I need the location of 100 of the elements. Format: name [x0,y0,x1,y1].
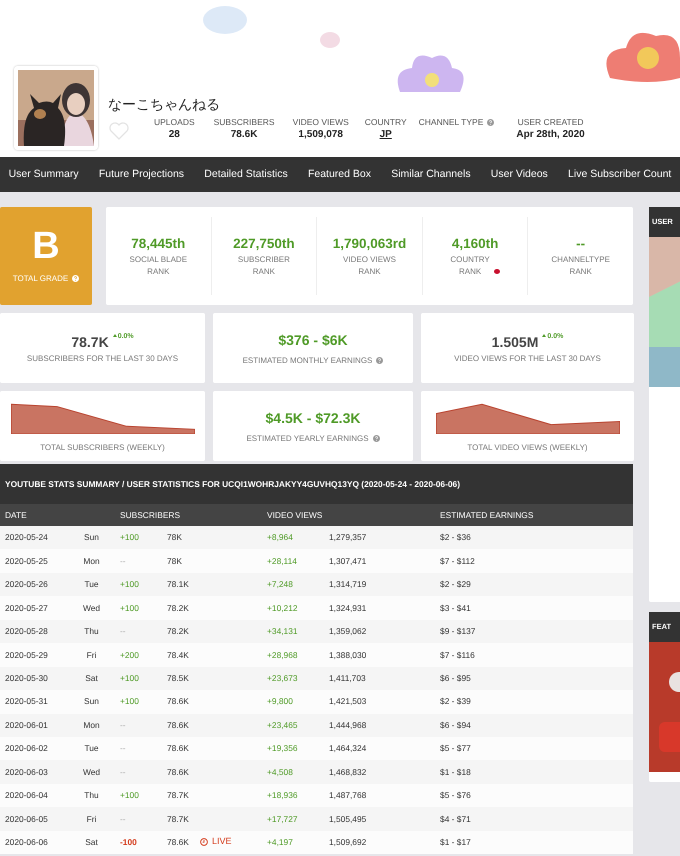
up-arrow-icon [542,334,546,338]
day-cell: Thu [68,784,115,808]
rank-label: VIDEO VIEWS RANK [343,254,396,278]
chart-label: TOTAL SUBSCRIBERS (WEEKLY) [40,442,165,454]
stat-value: Apr 28th, 2020 [516,128,585,142]
channel-name: なーこちゃんねる [108,95,221,114]
stat-label: USER CREATED [518,117,584,127]
clock-icon [200,838,208,846]
view-cell: 1,444,968 [324,714,436,737]
earnings-cell: $2 - $29 [435,572,634,596]
stat-value: 78.7K [71,334,109,350]
subscriber-cell: 78.7K [162,807,195,831]
grade-letter: B [32,227,60,265]
live-label: LIVE [200,835,232,849]
rank-value: 4,160th [452,234,498,253]
day-cell: Thu [68,620,115,644]
date-cell: 2020-05-30 [0,666,68,690]
earnings-cell: $2 - $36 [435,526,634,550]
day-cell: Tue [68,572,115,596]
subscriber-cell: 78.6K [162,736,195,760]
date-cell: 2020-06-02 [0,736,68,760]
view-cell: 1,464,324 [324,736,436,760]
chart-label: TOTAL VIDEO VIEWS (WEEKLY) [467,442,588,454]
nav-link[interactable]: User Videos [484,166,554,182]
day-cell: Tue [68,736,115,760]
table-title: YOUTUBE STATS SUMMARY / USER STATISTICS FOR UCQI1WOHRJAKYY4GUVHQ13YQ (2020-05-24 - 2020-06-06) [5,478,460,490]
rank-value: -- [576,234,586,253]
subscriber-change-cell: +100 [115,572,162,596]
subscriber-cell: 78.2K [162,620,195,644]
subscriber-change-cell: -- [115,736,162,760]
view-cell: 1,487,768 [324,784,436,808]
view-change-cell: +19,356 [262,736,324,760]
nav-link[interactable]: Featured Box [301,166,378,182]
rank-label: CHANNELTYPE RANK [551,254,610,278]
subscriber-change-cell: -- [115,714,162,737]
stat-label: VIDEO VIEWS FOR THE LAST 30 DAYS [454,352,601,364]
nav-link[interactable]: Future Projections [92,166,191,182]
stat-label: VIDEO VIEWS [292,117,349,127]
country-link[interactable]: JP [380,129,392,140]
rank-value: 78,445th [131,234,186,253]
stat-value: 28 [168,128,181,142]
day-cell: Mon [68,714,115,737]
rank-label: SUBSCRIBER RANK [238,254,290,278]
view-change-cell: +7,248 [262,572,324,596]
stat-label: SUBSCRIBERS FOR THE LAST 30 DAYS [26,352,178,364]
nav-link[interactable]: Similar Channels [384,166,478,182]
date-cell: 2020-06-03 [0,760,68,784]
column-header: SUBSCRIBERS [115,504,262,526]
stat-label: CHANNEL TYPE [418,117,484,127]
view-change-cell: +23,673 [262,666,324,690]
view-cell: 1,279,357 [324,526,436,550]
subscriber-change-cell: +100 [115,666,162,690]
subscriber-change-cell: -- [115,620,162,644]
subscriber-cell: 78.6K [162,760,195,784]
day-cell: Sun [68,526,115,550]
view-change-cell: +34,131 [262,620,324,644]
date-cell: 2020-05-28 [0,620,68,644]
stat-label: UPLOADS [154,117,195,127]
help-icon [487,117,494,124]
heart-icon[interactable] [108,121,130,141]
stat-label: COUNTRY [364,117,407,127]
date-cell: 2020-06-01 [0,714,68,737]
view-change-cell: +23,465 [262,714,324,737]
view-cell: 1,359,062 [324,620,436,644]
subscriber-change-cell: +100 [115,784,162,808]
date-cell: 2020-06-04 [0,784,68,808]
earnings-cell: $6 - $95 [435,666,634,690]
earnings-cell: $4 - $71 [435,807,634,831]
subscriber-cell: 78.1K [162,572,195,596]
earnings-label: ESTIMATED MONTHLY EARNINGS [242,356,372,364]
subscriber-change-cell: -- [115,760,162,784]
nav-link[interactable]: User Summary [2,166,86,182]
view-cell: 1,505,495 [324,807,436,831]
view-change-cell: +17,727 [262,807,324,831]
subscriber-cell: 78K [162,526,195,550]
subscriber-cell: 78.6K [162,714,195,737]
earnings-value: $4.5K - $72.3K [266,408,360,428]
stat-label: SUBSCRIBERS [214,117,275,127]
day-cell: Wed [68,760,115,784]
subscriber-change-cell: +100 [115,526,162,550]
up-arrow-icon [112,334,117,338]
earnings-cell: $9 - $137 [435,620,634,644]
view-cell: 1,314,719 [324,572,436,596]
earnings-value: $376 - $6K [278,330,348,350]
subscriber-cell: 78.5K [162,666,195,690]
column-header: DATE [0,504,115,526]
column-header: ESTIMATED EARNINGS [435,504,634,526]
nav-link[interactable]: Detailed Statistics [198,166,294,182]
stat-value: 1.505M [492,334,538,350]
stat-value: 78.6K [230,128,258,142]
date-cell: 2020-05-26 [0,572,68,596]
earnings-cell: $6 - $94 [435,714,634,737]
view-cell: 1,468,832 [324,760,436,784]
earnings-cell: $5 - $76 [435,784,634,808]
grade-label: TOTAL GRADE [12,274,68,283]
subscriber-cell: 78.7K [162,784,195,808]
stat-value: 1,509,078 [297,128,344,142]
nav-link[interactable]: Live Subscriber Count [561,166,678,182]
view-change-cell: +8,964 [262,526,324,550]
view-change-cell: +18,936 [262,784,324,808]
